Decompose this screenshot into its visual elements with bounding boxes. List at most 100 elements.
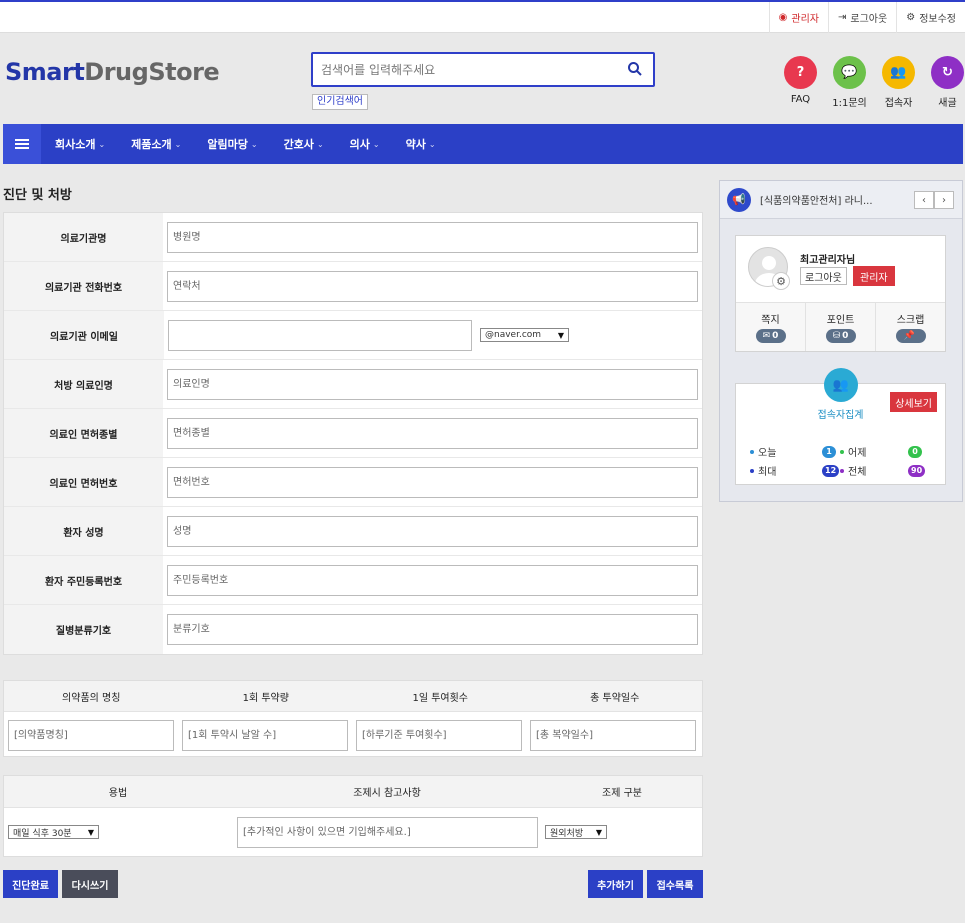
- header-icon-label: 새글: [938, 98, 957, 109]
- profile-stat-badge: 📌: [895, 329, 926, 343]
- form-row: 처방 의료인명: [4, 360, 702, 409]
- form-input[interactable]: [167, 515, 698, 547]
- sidebar-admin-button[interactable]: 관리자: [853, 266, 895, 286]
- dropdown-arrow-icon: ▼: [595, 827, 602, 837]
- drug-table-input[interactable]: [8, 720, 174, 751]
- profile-stat[interactable]: 스크랩 📌: [875, 303, 945, 351]
- prescription-form: 의료기관명의료기관 전화번호의료기관 이메일 @naver.com▼ 처방 의료인명…: [3, 212, 703, 655]
- type-select[interactable]: 원외처방 ▼: [545, 825, 607, 839]
- profile-stat-label: 스크랩: [896, 315, 925, 326]
- profile-stat-badge: ✉ 0: [755, 329, 786, 343]
- rewrite-button[interactable]: 다시쓰기: [62, 870, 118, 898]
- nav-item[interactable]: 의사 ⌄: [336, 136, 392, 152]
- list-button[interactable]: 접수목록: [647, 870, 703, 898]
- form-input[interactable]: [167, 221, 698, 253]
- email-domain-select[interactable]: @naver.com ▼: [480, 328, 569, 342]
- header-icons: ? FAQ 💬 1:1문의 👥 접속자 ↻ 새글: [776, 56, 965, 109]
- nav-item[interactable]: 간호사 ⌄: [270, 136, 336, 152]
- form-row: 질병분류기호: [4, 605, 702, 654]
- drug-table-input[interactable]: [182, 720, 348, 751]
- settings-gear-icon[interactable]: ⚙: [772, 272, 790, 290]
- bullet-icon: [840, 468, 844, 473]
- nav-item-label: 간호사: [283, 138, 314, 151]
- nav-item[interactable]: 제품소개 ⌄: [117, 136, 193, 152]
- drug-table-header: 1일 투여횟수: [412, 692, 469, 704]
- page-title: 진단 및 처방: [3, 188, 72, 203]
- form-input[interactable]: [167, 270, 698, 302]
- usage-select[interactable]: 매일 식후 30분 ▼: [8, 825, 99, 839]
- detail-button[interactable]: 상세보기: [890, 392, 937, 412]
- add-button[interactable]: 추가하기: [588, 870, 643, 898]
- visitor-count: 전체 90: [840, 463, 930, 478]
- form-input[interactable]: [167, 466, 698, 498]
- search-box: [311, 52, 655, 87]
- hamburger-menu-icon[interactable]: [3, 124, 41, 164]
- header-chat-button[interactable]: 💬 1:1문의: [825, 56, 874, 109]
- user-name: 최고관리자님: [800, 255, 856, 266]
- nav-item-label: 약사: [405, 138, 426, 151]
- nav-item[interactable]: 약사 ⌄: [392, 136, 448, 152]
- form-row: 환자 성명: [4, 507, 702, 556]
- header-users-button[interactable]: 👥 접속자: [874, 56, 923, 109]
- nav-item[interactable]: 회사소개 ⌄: [41, 136, 117, 152]
- gear-icon: ⚙: [906, 12, 916, 23]
- dropdown-arrow-icon: ▼: [87, 827, 94, 837]
- chevron-down-icon: ⌄: [250, 139, 258, 149]
- visitor-count: 최대 12: [750, 463, 840, 478]
- chevron-down-icon: ⌄: [372, 139, 380, 149]
- header-new-post-button[interactable]: ↻ 새글: [923, 56, 965, 109]
- users-icon: 👥: [824, 368, 858, 402]
- form-row: 의료기관 전화번호: [4, 262, 702, 311]
- form-input[interactable]: [167, 417, 698, 449]
- nav-item[interactable]: 알림마당 ⌄: [193, 136, 269, 152]
- note-input[interactable]: [237, 817, 538, 848]
- complete-button[interactable]: 진단완료: [3, 870, 58, 898]
- drug-table-input[interactable]: [530, 720, 696, 751]
- admin-link[interactable]: ◉ 관리자: [768, 2, 828, 33]
- top-bar: ◉ 관리자 ⇥ 로그아웃 ⚙ 정보수정: [0, 2, 965, 33]
- visitor-count: 오늘 1: [750, 444, 840, 459]
- visitor-count-label: 어제: [848, 448, 867, 459]
- visitor-count: 어제 0: [840, 444, 930, 459]
- popular-search-button[interactable]: 인기검색어: [312, 94, 368, 110]
- megaphone-icon: 📢: [727, 187, 751, 212]
- profile-stat[interactable]: 포인트 ⛁ 0: [805, 303, 875, 351]
- profile-stat[interactable]: 쪽지 ✉ 0: [736, 303, 805, 351]
- note-header: 조제시 참고사항: [353, 788, 421, 799]
- sign-out-icon: ⇥: [838, 12, 847, 23]
- form-label: 의료기관명: [4, 213, 163, 261]
- form-input[interactable]: [167, 564, 698, 596]
- profile-card: ⚙ 최고관리자님 로그아웃 관리자 쪽지 ✉ 0 포인트 ⛁ 0 스크랩 📌: [735, 235, 946, 352]
- prev-arrow-icon[interactable]: ‹: [914, 191, 934, 209]
- logout-link[interactable]: ⇥ 로그아웃: [828, 2, 896, 33]
- form-input[interactable]: [167, 614, 698, 645]
- form-label: 의료기관 전화번호: [4, 262, 163, 310]
- header-question-button[interactable]: ? FAQ: [776, 56, 825, 109]
- chevron-down-icon: ⌄: [316, 139, 324, 149]
- form-row: 의료인 면허번호: [4, 458, 702, 507]
- form-label: 처방 의료인명: [4, 360, 163, 408]
- edit-info-link[interactable]: ⚙ 정보수정: [896, 2, 965, 33]
- form-input[interactable]: [168, 319, 472, 351]
- site-logo[interactable]: SmartDrugStore: [5, 58, 220, 86]
- form-label: 의료인 면허종별: [4, 409, 163, 457]
- form-label: 질병분류기호: [4, 605, 163, 654]
- drug-table-input[interactable]: [356, 720, 522, 751]
- form-label: 환자 성명: [4, 507, 163, 555]
- new-post-icon: ↻: [931, 56, 964, 89]
- form-label: 의료인 면허번호: [4, 458, 163, 506]
- coins-icon: ⛁: [832, 331, 841, 341]
- search-input[interactable]: [313, 54, 603, 85]
- drug-table-header: 총 투약일수: [590, 692, 640, 704]
- header-icon-label: 1:1문의: [832, 98, 867, 109]
- notice-text[interactable]: [식품의약품안전처] 라니...: [760, 192, 873, 207]
- search-icon[interactable]: [627, 61, 643, 77]
- form-row: 의료기관 이메일 @naver.com ▼: [4, 311, 702, 360]
- next-arrow-icon[interactable]: ›: [934, 191, 954, 209]
- drug-table-header: 의약품의 명칭: [62, 692, 121, 704]
- sidebar: 📢 [식품의약품안전처] 라니... ‹ › ⚙ 최고관리자님 로그아웃 관리자…: [719, 180, 963, 502]
- sidebar-logout-button[interactable]: 로그아웃: [800, 267, 847, 285]
- mail-icon: ✉: [762, 331, 771, 341]
- form-input[interactable]: [167, 368, 698, 400]
- bullet-icon: [750, 468, 754, 473]
